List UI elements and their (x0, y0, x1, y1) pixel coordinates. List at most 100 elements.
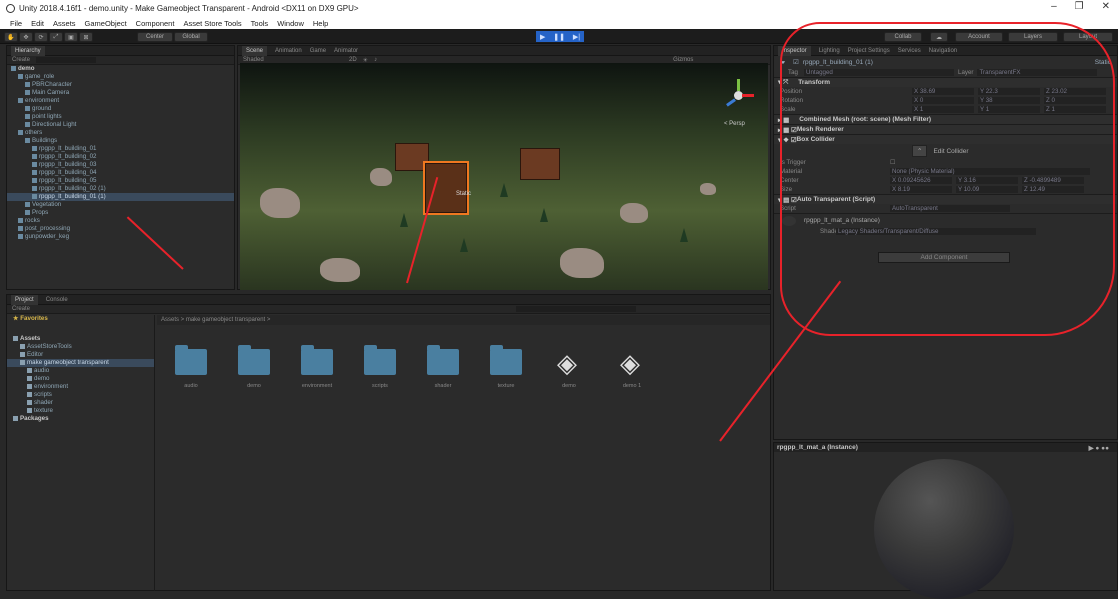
hierarchy-item[interactable]: rpgpp_lt_building_05 (7, 177, 234, 185)
tab-scene[interactable]: Scene (242, 45, 268, 56)
menu-window[interactable]: Window (277, 19, 304, 28)
hierarchy-item[interactable]: rpgpp_lt_building_02 (7, 153, 234, 161)
hierarchy-item[interactable]: point lights (7, 113, 234, 121)
folder-icon (27, 367, 32, 373)
tab-project[interactable]: Project (11, 294, 38, 305)
hierarchy-item[interactable]: Props (7, 209, 234, 217)
gameobject-icon (25, 113, 30, 119)
menu-edit[interactable]: Edit (31, 19, 44, 28)
hierarchy-item[interactable]: Directional Light (7, 121, 234, 129)
project-folder-item[interactable]: audio (7, 367, 154, 375)
preview-play-icon[interactable]: ▶ ● ●● (1089, 444, 1109, 452)
hierarchy-item[interactable]: rpgpp_lt_building_01 (1) (7, 193, 234, 201)
hierarchy-item[interactable]: Buildings (7, 137, 234, 145)
hierarchy-item[interactable]: demo (7, 65, 234, 73)
scale-tool-icon[interactable]: ⤢ (49, 32, 63, 42)
scene-viewport[interactable]: Static < Persp (240, 63, 768, 290)
tab-animator[interactable]: Animator (334, 48, 358, 54)
breadcrumb[interactable]: Assets > make gameobject transparent > (157, 315, 770, 325)
tree (400, 213, 408, 227)
hand-tool-icon[interactable]: ✋ (4, 32, 18, 42)
unity-scene-icon[interactable]: ◈ (553, 349, 581, 377)
gameobject-icon (32, 161, 37, 167)
play-icon[interactable]: ▶ (540, 33, 545, 41)
folder-icon[interactable] (175, 345, 207, 375)
hierarchy-item[interactable]: gunpowder_keg (7, 233, 234, 241)
close-icon[interactable]: ✕ (1102, 1, 1110, 12)
project-folder-item[interactable]: texture (7, 407, 154, 415)
menu-asset-store-tools[interactable]: Asset Store Tools (183, 19, 241, 28)
pivot-global-button[interactable]: Global (174, 32, 208, 42)
project-folder-item[interactable]: AssetStoreTools (7, 343, 154, 351)
project-folder-item[interactable]: environment (7, 383, 154, 391)
pause-icon[interactable]: ❚❚ (553, 33, 565, 41)
hierarchy-item[interactable]: environment (7, 97, 234, 105)
hierarchy-item[interactable]: ground (7, 105, 234, 113)
hierarchy-item-label: rpgpp_lt_building_02 (1) (39, 185, 106, 192)
tab-game[interactable]: Game (310, 48, 326, 54)
project-folder-label: texture (34, 407, 53, 414)
scene-orientation-gizmo[interactable] (720, 77, 756, 113)
perspective-label[interactable]: < Persp (724, 121, 745, 127)
minimize-icon[interactable]: – (1051, 1, 1057, 12)
menu-tools[interactable]: Tools (251, 19, 269, 28)
project-folder-item[interactable]: make gameobject transparent (7, 359, 154, 367)
material-preview-sphere[interactable] (874, 459, 1014, 599)
maximize-icon[interactable]: ❐ (1075, 1, 1084, 12)
pivot-center-button[interactable]: Center (137, 32, 173, 42)
hierarchy-create-button[interactable]: Create (12, 57, 30, 63)
rock (620, 203, 648, 223)
hierarchy-item[interactable]: rpgpp_lt_building_03 (7, 161, 234, 169)
project-folder-item[interactable]: Packages (7, 415, 154, 423)
hierarchy-item[interactable]: Vegetation (7, 201, 234, 209)
menu-file[interactable]: File (10, 19, 22, 28)
folder-icon[interactable] (238, 345, 270, 375)
hierarchy-item[interactable]: rpgpp_lt_building_02 (1) (7, 185, 234, 193)
project-folder-list: Assets AssetStoreTools Editor make gameobje… (7, 335, 154, 423)
favorites-header[interactable]: ★ Favorites (7, 315, 154, 323)
menu-help[interactable]: Help (313, 19, 328, 28)
hierarchy-item[interactable]: rpgpp_lt_building_01 (7, 145, 234, 153)
hierarchy-item[interactable]: PBRCharacter (7, 81, 234, 89)
menu-gameobject[interactable]: GameObject (85, 19, 127, 28)
hierarchy-item[interactable]: rpgpp_lt_building_04 (7, 169, 234, 177)
project-create-button[interactable]: Create (12, 306, 30, 312)
rect-tool-icon[interactable]: ▣ (64, 32, 78, 42)
folder-icon[interactable] (364, 345, 396, 375)
project-folder-item[interactable]: shader (7, 399, 154, 407)
hierarchy-search-input[interactable] (36, 57, 97, 63)
menu-component[interactable]: Component (136, 19, 175, 28)
selection-outline (423, 161, 469, 215)
rock (320, 258, 360, 282)
preview-title: rpgpp_lt_mat_a (Instance) (777, 444, 858, 451)
transform-tool-icon[interactable]: ⊠ (79, 32, 93, 42)
tab-console[interactable]: Console (46, 297, 68, 303)
project-folder-item[interactable]: demo (7, 375, 154, 383)
hierarchy-item[interactable]: game_role (7, 73, 234, 81)
preview-panel: rpgpp_lt_mat_a (Instance) ▶ ● ●● (773, 442, 1118, 599)
asset-label: demo (562, 383, 576, 389)
tab-animation[interactable]: Animation (275, 48, 302, 54)
project-search-input[interactable] (516, 306, 637, 312)
folder-icon[interactable] (301, 345, 333, 375)
move-tool-icon[interactable]: ✥ (19, 32, 33, 42)
hierarchy-item[interactable]: post_processing (7, 225, 234, 233)
tab-hierarchy[interactable]: Hierarchy (11, 45, 45, 56)
hierarchy-item[interactable]: Main Camera (7, 89, 234, 97)
folder-icon[interactable] (427, 345, 459, 375)
folder-icon (27, 383, 32, 389)
hierarchy-item-label: point lights (32, 113, 62, 120)
rotate-tool-icon[interactable]: ⟳ (34, 32, 48, 42)
assets-grid: audio demo environment scripts shader texture… (157, 327, 770, 590)
folder-icon[interactable] (490, 345, 522, 375)
hierarchy-item[interactable]: rocks (7, 217, 234, 225)
project-folder-item[interactable]: Assets (7, 335, 154, 343)
rock (370, 168, 392, 186)
menu-assets[interactable]: Assets (53, 19, 76, 28)
step-icon[interactable]: ▶| (573, 33, 580, 41)
unity-scene-icon[interactable]: ◈ (616, 349, 644, 377)
hierarchy-item-label: Buildings (32, 137, 58, 144)
hierarchy-item[interactable]: others (7, 129, 234, 137)
project-folder-item[interactable]: Editor (7, 351, 154, 359)
project-folder-item[interactable]: scripts (7, 391, 154, 399)
